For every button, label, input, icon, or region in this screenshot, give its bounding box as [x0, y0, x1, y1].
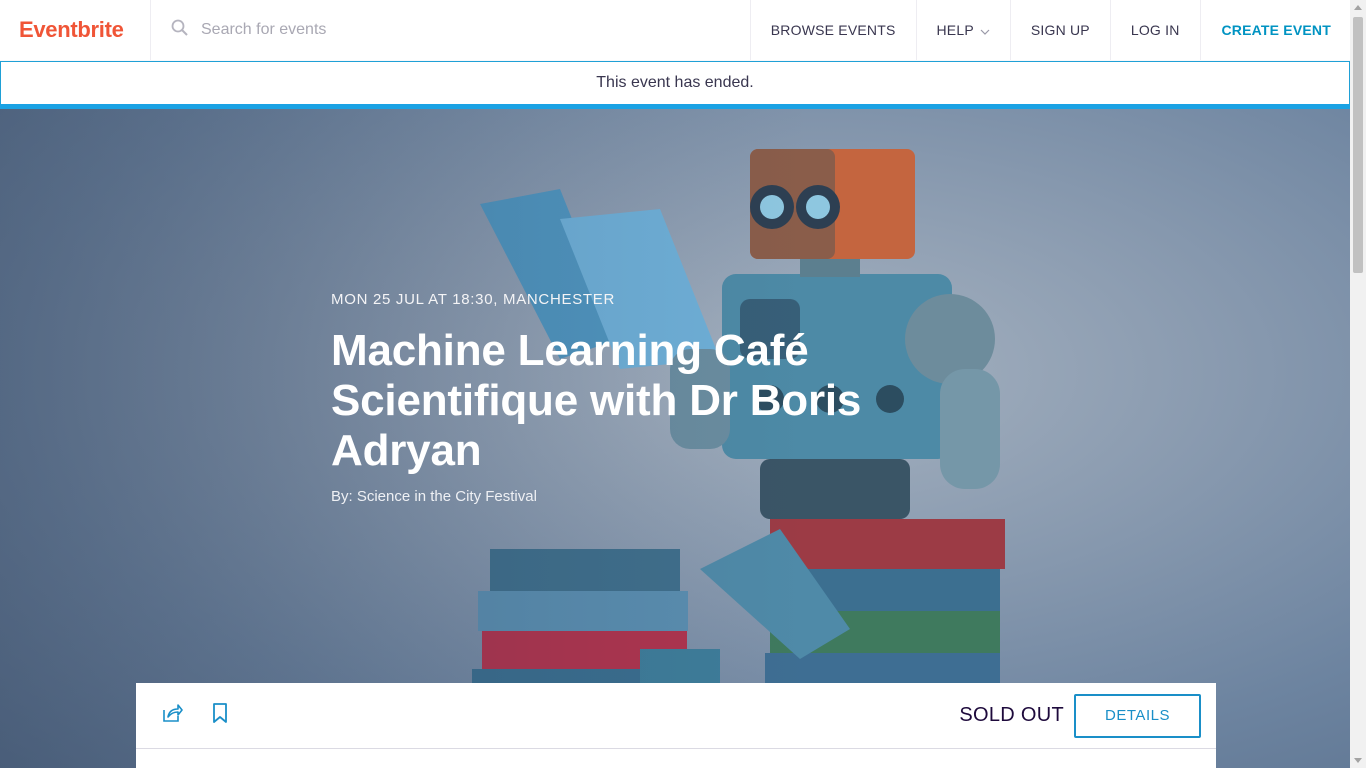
page-scrollbar[interactable] [1350, 0, 1366, 768]
details-button[interactable]: DETAILS [1074, 693, 1201, 738]
share-icon [161, 702, 183, 729]
create-event-link[interactable]: CREATE EVENT [1199, 0, 1351, 60]
scroll-down-icon[interactable] [1354, 758, 1362, 763]
search-icon [171, 19, 189, 42]
bookmark-icon [212, 702, 228, 729]
event-hero-text: MON 25 JUL AT 18:30, MANCHESTER Machine … [331, 291, 971, 505]
details-label: DETAILS [1105, 707, 1170, 724]
search-input[interactable] [201, 21, 701, 39]
chevron-down-icon [980, 22, 990, 38]
event-organizer[interactable]: By: Science in the City Festival [331, 488, 971, 505]
event-title: Machine Learning Café Scientifique with … [331, 326, 862, 475]
scroll-up-icon[interactable] [1354, 5, 1362, 10]
help-menu[interactable]: HELP [915, 0, 1010, 60]
event-hero: MON 25 JUL AT 18:30, MANCHESTER Machine … [0, 109, 1350, 768]
create-event-label: CREATE EVENT [1221, 22, 1331, 38]
bookmark-button[interactable] [208, 702, 232, 729]
sign-up-link[interactable]: SIGN UP [1009, 0, 1110, 60]
event-date-location: MON 25 JUL AT 18:30, MANCHESTER [331, 291, 616, 308]
scrollbar-thumb[interactable] [1353, 17, 1363, 273]
share-button[interactable] [160, 704, 184, 728]
browse-events-link[interactable]: BROWSE EVENTS [749, 0, 916, 60]
event-content-panel [136, 748, 1216, 768]
event-ended-message: This event has ended. [596, 74, 754, 91]
sign-up-label: SIGN UP [1030, 22, 1090, 38]
ticket-status: SOLD OUT [959, 704, 1064, 726]
log-in-label: LOG IN [1130, 22, 1180, 38]
search-bar [151, 0, 750, 60]
log-in-link[interactable]: LOG IN [1109, 0, 1200, 60]
browse-events-label: BROWSE EVENTS [770, 22, 896, 38]
help-label: HELP [936, 22, 974, 38]
event-ended-banner: This event has ended. [0, 61, 1350, 104]
eventbrite-logo[interactable]: Eventbrite [0, 0, 151, 60]
event-action-bar: SOLD OUT DETAILS [136, 683, 1216, 748]
top-navigation: Eventbrite BROWSE EVENTS HELP SIGN UP LO… [0, 0, 1350, 60]
